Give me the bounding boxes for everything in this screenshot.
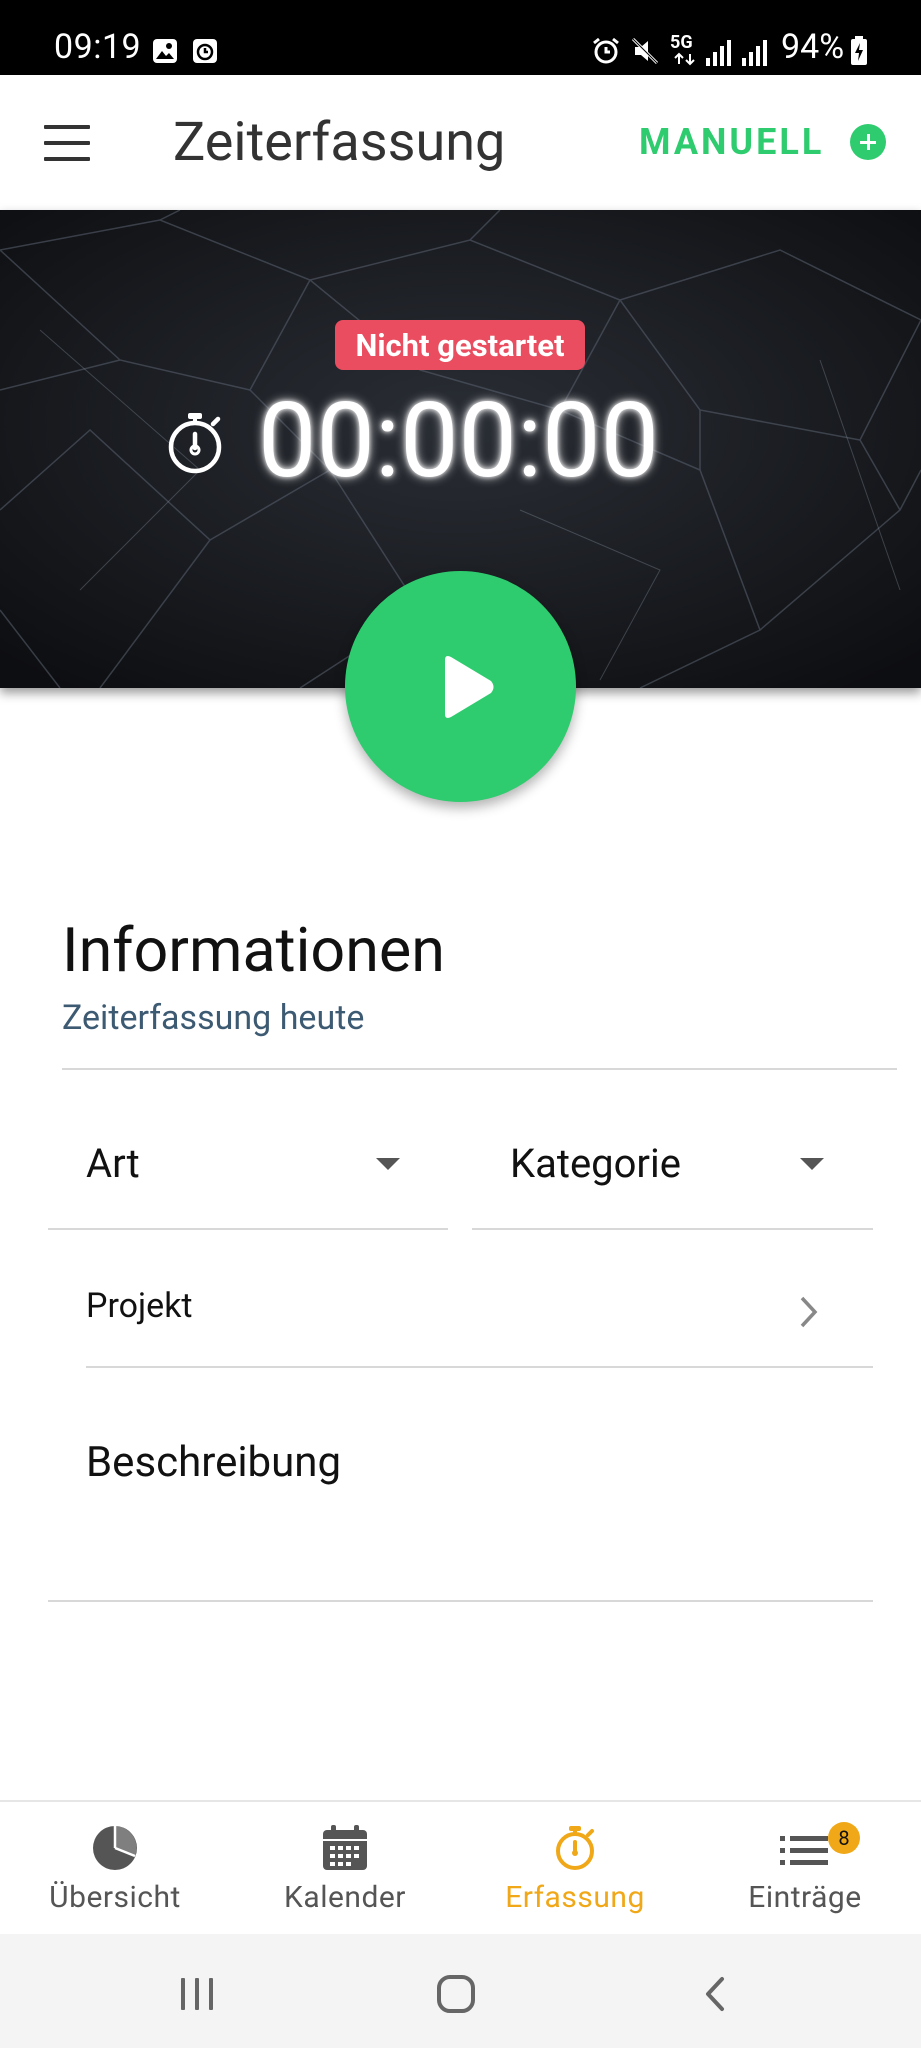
system-navigation-bar: [0, 1934, 921, 2048]
pie-chart-icon: [93, 1826, 137, 1870]
plus-circle-icon: [850, 124, 887, 160]
category-dropdown-label: Kategorie: [510, 1140, 681, 1187]
nav-capture[interactable]: Erfassung: [460, 1802, 690, 1935]
gallery-notification-icon: [153, 39, 177, 63]
nav-calendar-label: Kalender: [284, 1880, 406, 1915]
signal-icon-2: [742, 40, 767, 66]
description-label: Beschreibung: [86, 1438, 342, 1487]
elapsed-time-display: 00:00:00: [258, 381, 660, 502]
list-icon: [780, 1836, 828, 1865]
description-underline: [48, 1600, 873, 1602]
signal-icon-1: [706, 40, 731, 66]
nav-overview[interactable]: Übersicht: [0, 1802, 230, 1935]
mute-icon: [631, 37, 659, 65]
stopwatch-icon: [556, 1826, 594, 1870]
nav-capture-label: Erfassung: [505, 1880, 645, 1915]
battery-percent: 94%: [781, 27, 845, 67]
entries-count-badge: 8: [828, 1822, 860, 1854]
status-bar: 09:19 5G 94%: [0, 0, 921, 75]
home-icon[interactable]: [436, 1974, 476, 2014]
dropdown-arrow-icon: [376, 1158, 400, 1170]
timer-status-badge: Nicht gestartet: [335, 320, 585, 370]
section-divider: [62, 1068, 897, 1070]
data-arrows-icon: [674, 52, 695, 66]
recent-apps-icon[interactable]: [178, 1976, 216, 2012]
status-time: 09:19: [54, 27, 142, 67]
type-dropdown-label: Art: [86, 1140, 140, 1187]
stopwatch-icon: [168, 413, 222, 474]
nav-entries-label: Einträge: [748, 1880, 862, 1915]
nav-entries[interactable]: 8 Einträge: [690, 1802, 920, 1935]
calendar-icon: [323, 1825, 367, 1870]
alarm-icon: [593, 37, 619, 64]
network-type: 5G: [670, 32, 693, 53]
page-title: Zeiterfassung: [173, 111, 506, 174]
timer-notification-icon: [193, 39, 217, 63]
manual-entry-label: MANUELL: [639, 121, 825, 163]
back-icon[interactable]: [700, 1976, 730, 2012]
category-dropdown-underline: [472, 1228, 873, 1230]
menu-icon[interactable]: [44, 125, 90, 161]
type-dropdown-underline: [48, 1228, 448, 1230]
project-underline: [86, 1366, 873, 1368]
section-title: Informationen: [62, 914, 445, 986]
play-icon: [445, 656, 494, 718]
app-bar: Zeiterfassung MANUELL: [0, 75, 921, 210]
description-field[interactable]: Beschreibung: [48, 1410, 873, 1602]
dropdown-arrow-icon: [800, 1158, 824, 1170]
nav-overview-label: Übersicht: [49, 1880, 181, 1915]
type-dropdown[interactable]: Art: [48, 1120, 448, 1230]
category-dropdown[interactable]: Kategorie: [472, 1120, 873, 1230]
battery-charging-icon: [851, 36, 867, 65]
bottom-navigation: Übersicht Kalender Erfassung 8 Einträge: [0, 1800, 921, 1935]
nav-calendar[interactable]: Kalender: [230, 1802, 460, 1935]
section-subtitle: Zeiterfassung heute: [62, 998, 365, 1038]
start-timer-button[interactable]: [345, 571, 576, 802]
project-label: Projekt: [86, 1286, 193, 1326]
chevron-right-icon: [800, 1296, 818, 1328]
project-selector[interactable]: Projekt: [86, 1262, 873, 1368]
manual-entry-button[interactable]: MANUELL: [639, 119, 887, 165]
